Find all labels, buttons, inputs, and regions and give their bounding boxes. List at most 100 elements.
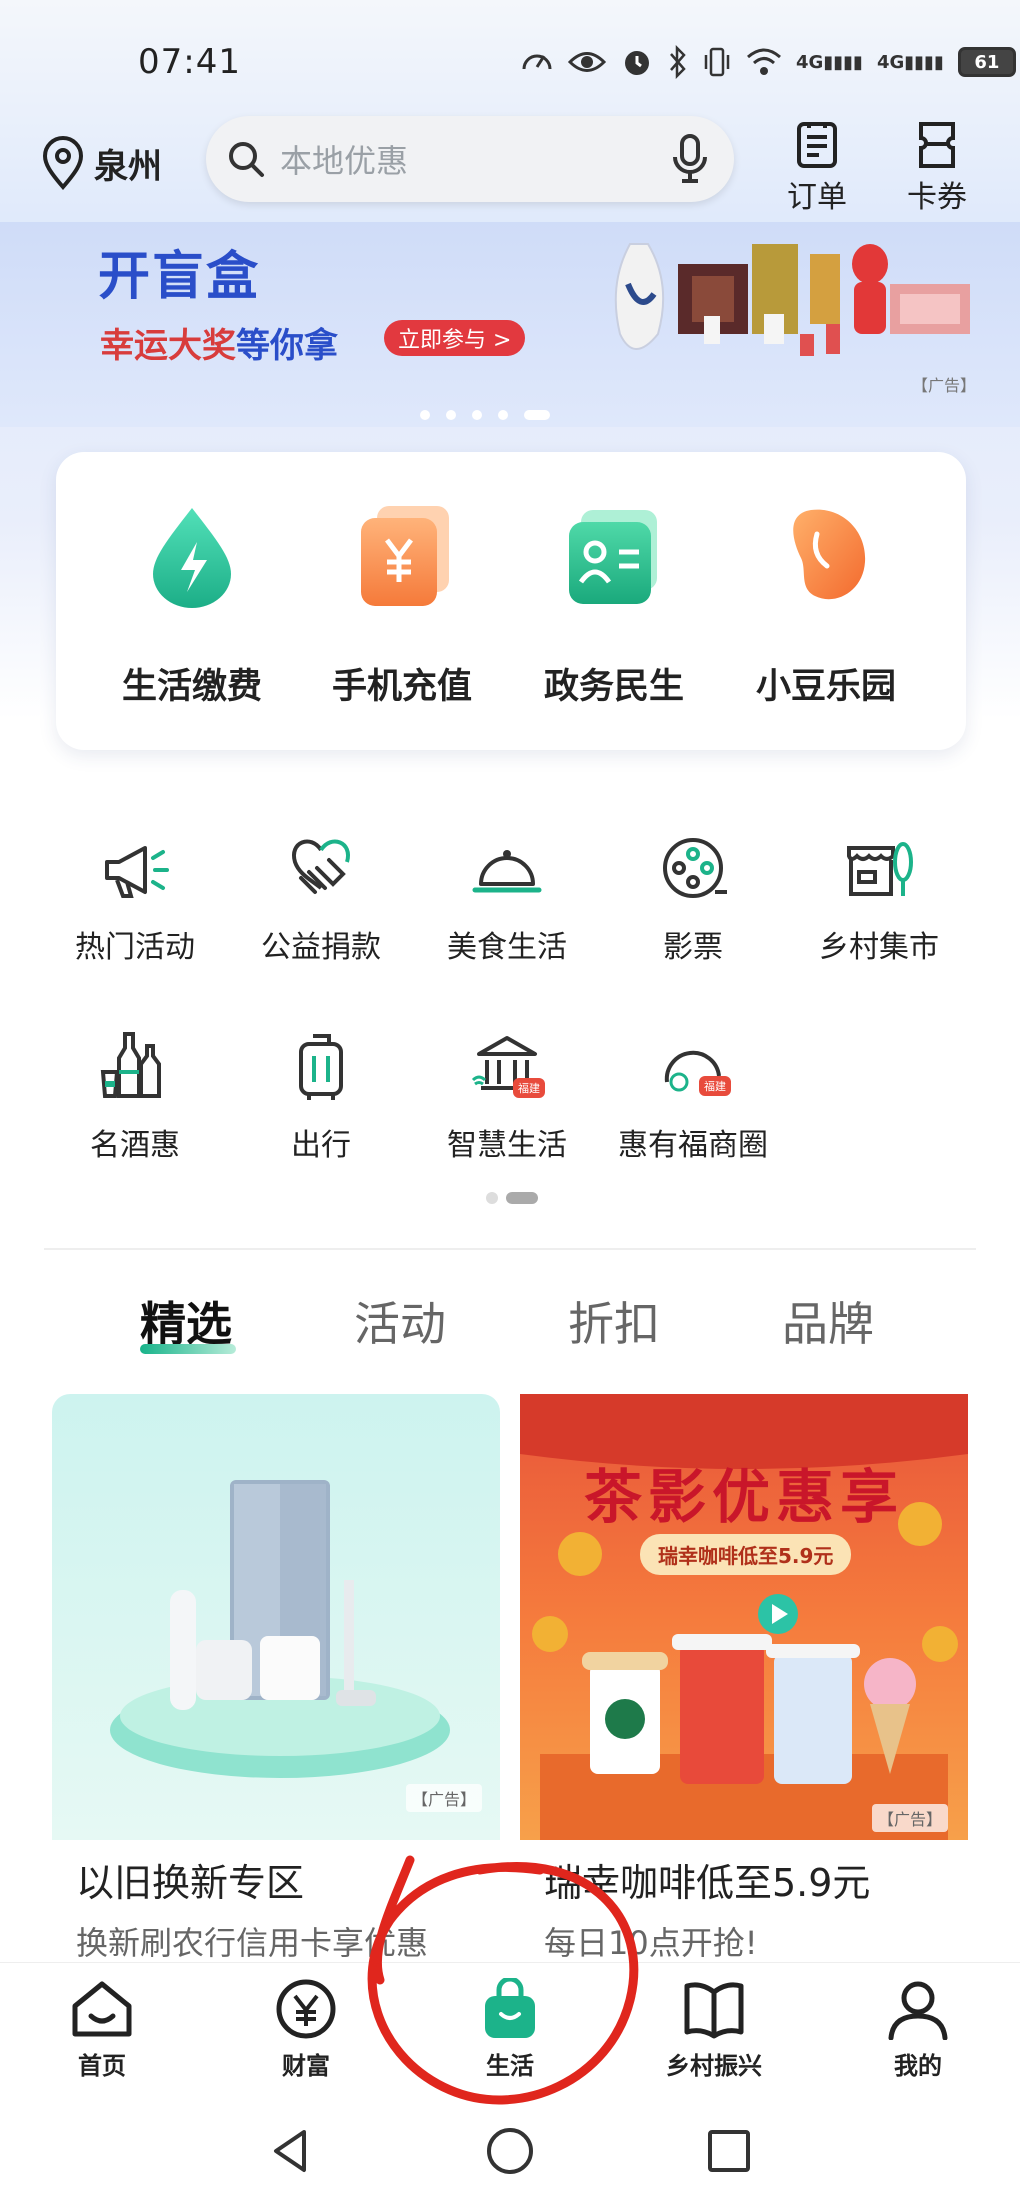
bean-icon bbox=[793, 509, 866, 600]
quick-label: 手机充值 bbox=[331, 667, 472, 707]
luggage-icon bbox=[299, 1034, 343, 1100]
pager-dot[interactable] bbox=[472, 410, 482, 420]
status-time: 07:41 bbox=[138, 42, 241, 82]
grid-item-charity-donation[interactable]: 公益捐款 bbox=[228, 828, 414, 966]
grid-label: 出行 bbox=[291, 1128, 351, 1163]
home-circle-icon[interactable] bbox=[484, 2126, 536, 2176]
signal-1-icon: 4G▮▮▮▮ bbox=[796, 51, 863, 73]
grid-item-rural-market[interactable]: 乡村集市 bbox=[786, 828, 972, 966]
grid-item-smart-life[interactable]: 福建 智慧生活 bbox=[414, 1026, 600, 1164]
grid-pager-dot[interactable] bbox=[486, 1192, 498, 1204]
bluetooth-icon bbox=[670, 45, 686, 79]
quick-label: 小豆乐园 bbox=[755, 667, 896, 707]
nav-item-rural-revitalization[interactable]: 乡村振兴 bbox=[654, 1978, 774, 2081]
grid-item-travel[interactable]: 出行 bbox=[228, 1026, 414, 1164]
quick-item-phone-recharge[interactable]: 手机充值 bbox=[302, 500, 502, 709]
pager-dot[interactable] bbox=[420, 410, 430, 420]
location-text: 泉州 bbox=[94, 146, 162, 187]
banner-title: 开盲盒 bbox=[98, 247, 261, 307]
grid-label: 惠有福商圈 bbox=[618, 1128, 768, 1163]
grid-label: 乡村集市 bbox=[819, 930, 939, 965]
grid-label: 美食生活 bbox=[447, 930, 567, 965]
nav-label: 财富 bbox=[282, 2052, 330, 2080]
grid-item-business-circle[interactable]: 福建 惠有福商圈 bbox=[600, 1026, 786, 1164]
nav-label: 我的 bbox=[894, 2052, 942, 2080]
nav-label: 首页 bbox=[78, 2052, 126, 2080]
banner-gifts-image bbox=[614, 243, 970, 356]
quick-label: 政务民生 bbox=[543, 667, 684, 707]
smart-bank-icon: 福建 bbox=[471, 1036, 545, 1098]
lightning-drop-icon bbox=[153, 508, 231, 608]
grid-pager-dot-active[interactable] bbox=[506, 1192, 538, 1204]
food-cloche-icon bbox=[472, 850, 542, 893]
market-stall-icon bbox=[847, 842, 913, 896]
grid-label: 热门活动 bbox=[75, 930, 195, 965]
business-circle-icon: 福建 bbox=[664, 1050, 731, 1096]
location-selector[interactable]: 泉州 bbox=[40, 136, 162, 190]
grid-item-food-life[interactable]: 美食生活 bbox=[414, 828, 600, 966]
handshake-heart-icon bbox=[292, 839, 350, 894]
card-promo-pill: 瑞幸咖啡低至5.9元 bbox=[640, 1534, 852, 1575]
quick-item-government-services[interactable]: 政务民生 bbox=[514, 500, 714, 709]
tab-discounts[interactable]: 折扣 bbox=[568, 1288, 660, 1354]
quick-label: 生活缴费 bbox=[121, 667, 262, 707]
tab-brands[interactable]: 品牌 bbox=[782, 1288, 874, 1354]
region-badge: 福建 bbox=[518, 1081, 540, 1095]
grid-item-hot-activities[interactable]: 热门活动 bbox=[42, 828, 228, 966]
grid-item-fine-wine[interactable]: 名酒惠 bbox=[42, 1026, 228, 1164]
quick-item-bean-park[interactable]: 小豆乐园 bbox=[726, 500, 926, 709]
location-pin-icon bbox=[42, 136, 84, 190]
open-book-icon bbox=[684, 1982, 744, 2039]
alarm-icon bbox=[625, 51, 649, 75]
pager-dot[interactable] bbox=[498, 410, 508, 420]
megaphone-icon bbox=[105, 846, 169, 898]
search-input[interactable]: 本地优惠 bbox=[280, 136, 670, 182]
region-badge: 福建 bbox=[704, 1079, 726, 1093]
banner-ad-tag: 【广告】 bbox=[912, 376, 977, 395]
grid-item-movie-tickets[interactable]: 影票 bbox=[600, 828, 786, 966]
wifi-icon bbox=[747, 48, 781, 75]
film-reel-icon bbox=[663, 838, 727, 898]
microphone-icon[interactable] bbox=[670, 133, 710, 185]
eye-icon bbox=[568, 52, 606, 72]
tab-active-indicator bbox=[140, 1344, 236, 1354]
card-promo-title: 茶影优惠享 bbox=[583, 1463, 904, 1531]
orders-button[interactable]: 订单 bbox=[772, 120, 862, 216]
coupon-icon bbox=[919, 122, 955, 168]
grid-label: 公益捐款 bbox=[261, 930, 381, 965]
nav-item-profile[interactable]: 我的 bbox=[858, 1978, 978, 2081]
pager-dot-active[interactable] bbox=[524, 410, 550, 420]
annotation-circle bbox=[367, 1855, 639, 2105]
coupons-label: 卡券 bbox=[907, 180, 967, 215]
signal-2-icon: 4G▮▮▮▮ bbox=[876, 51, 944, 73]
pager-dot[interactable] bbox=[446, 410, 456, 420]
id-card-icon bbox=[569, 510, 657, 604]
wine-bottles-icon bbox=[100, 1032, 161, 1098]
search-icon bbox=[229, 142, 264, 177]
banner-subtitle: 幸运大奖等你拿 bbox=[100, 326, 338, 366]
banner-pager bbox=[420, 410, 550, 420]
grid-label: 智慧生活 bbox=[447, 1128, 567, 1163]
banner-cta-button[interactable]: 立即参与 > bbox=[384, 320, 526, 356]
search-bar[interactable]: 本地优惠 bbox=[206, 116, 734, 202]
quick-item-bill-payment[interactable]: 生活缴费 bbox=[92, 500, 292, 709]
nav-item-home[interactable]: 首页 bbox=[42, 1978, 162, 2081]
section-divider bbox=[44, 1248, 976, 1250]
tab-activities[interactable]: 活动 bbox=[354, 1288, 446, 1354]
recent-apps-icon[interactable] bbox=[704, 2126, 754, 2176]
battery-icon: 61 bbox=[957, 47, 1016, 77]
home-icon bbox=[72, 1981, 132, 2037]
back-icon[interactable] bbox=[266, 2126, 316, 2176]
card-ad-tag: 【广告】 bbox=[872, 1804, 949, 1832]
status-icons: 4G▮▮▮▮ 4G▮▮▮▮ 61 bbox=[520, 44, 1016, 80]
orders-label: 订单 bbox=[787, 180, 847, 215]
grid-pager bbox=[486, 1192, 538, 1204]
coupons-button[interactable]: 卡券 bbox=[892, 120, 982, 216]
nav-label: 乡村振兴 bbox=[666, 2052, 762, 2080]
person-icon bbox=[888, 1981, 948, 2040]
grid-label: 名酒惠 bbox=[90, 1128, 180, 1163]
grid-label: 影票 bbox=[663, 930, 723, 965]
vibrate-icon bbox=[704, 47, 730, 77]
card-ad-tag: 【广告】 bbox=[406, 1784, 483, 1812]
order-list-icon bbox=[797, 122, 837, 168]
